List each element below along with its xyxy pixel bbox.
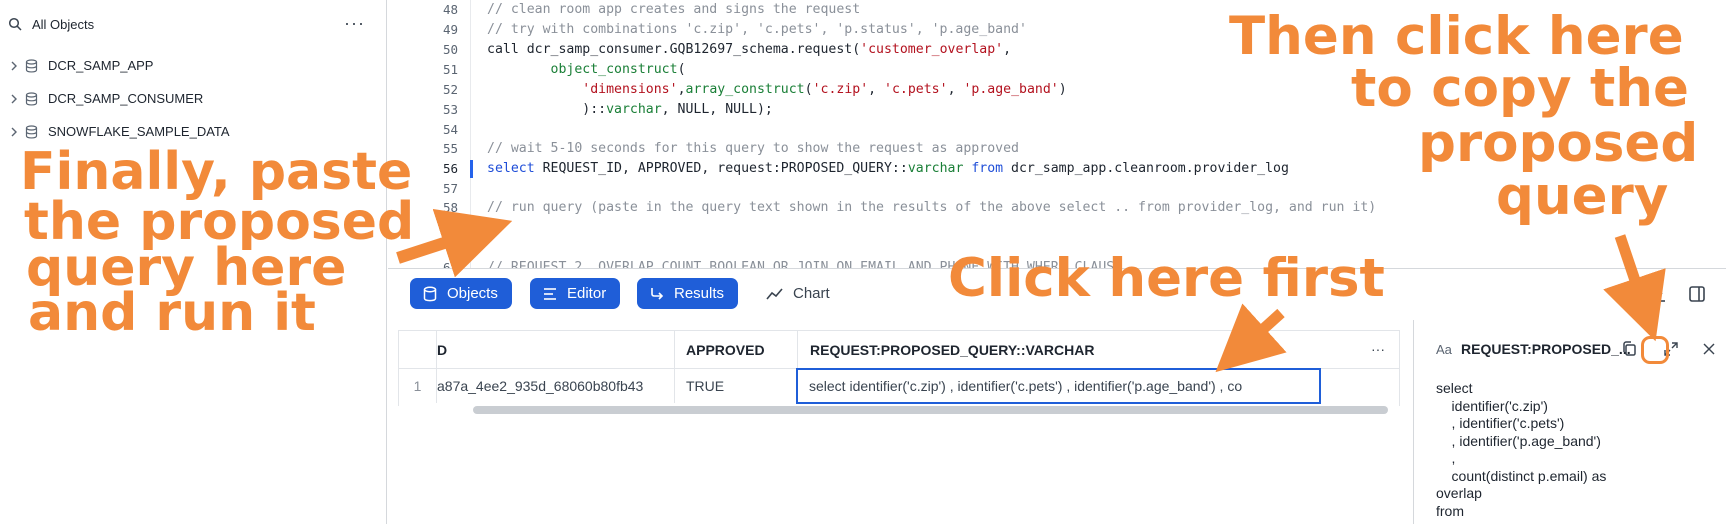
code-line: object_construct( (550, 62, 686, 77)
objects-label: Objects (447, 285, 498, 302)
annotation-text: query (1496, 166, 1669, 227)
column-header-label: REQUEST:PROPOSED_QUERY::VARCHAR (810, 341, 1095, 358)
row-index-header (399, 331, 437, 369)
text-type-icon: Aa (1436, 342, 1452, 357)
results-table: D APPROVED REQUEST:PROPOSED_QUERY::VARCH… (398, 330, 1400, 406)
detail-query-text[interactable]: select identifier('c.zip') , identifier(… (1436, 380, 1716, 520)
more-options-icon[interactable]: ··· (344, 14, 365, 32)
line-number: 50 (442, 42, 458, 57)
line-number: 57 (442, 181, 458, 196)
gutter-divider (470, 0, 471, 268)
column-header-label: D (437, 341, 448, 358)
line-number-active: 56 (442, 161, 458, 176)
all-objects-label: All Objects (32, 16, 95, 32)
chart-line-icon (766, 287, 783, 300)
results-arrow-icon (651, 287, 664, 300)
column-header-label: APPROVED (686, 341, 765, 358)
line-number: 53 (442, 102, 458, 117)
column-header[interactable]: APPROVED (675, 331, 798, 369)
line-number: 55 (442, 141, 458, 156)
line-number: 59 (442, 220, 458, 235)
annotation-text: proposed (1418, 113, 1699, 174)
table-cell[interactable]: a87a_4ee2_935d_68060b80fb43 (437, 369, 675, 403)
detail-title: REQUEST:PROPOSED_... (1461, 341, 1631, 357)
chart-tab[interactable]: Chart (766, 278, 830, 309)
editor-label: Editor (567, 285, 607, 302)
chart-label: Chart (793, 285, 830, 302)
code-line: // run query (paste in the query text sh… (487, 200, 1377, 215)
copy-button-highlight (1641, 336, 1669, 364)
cell-detail-panel: Aa REQUEST:PROPOSED_... select identifie… (1413, 320, 1726, 524)
table-cell[interactable]: TRUE (675, 369, 798, 403)
code-line: // wait 5-10 seconds for this query to s… (487, 141, 1019, 156)
database-name: DCR_SAMP_CONSUMER (48, 91, 204, 106)
editor-toggle-button[interactable]: Editor (530, 278, 621, 309)
app-root: All Objects ··· DCR_SAMP_APP DCR_SAMP_CO… (0, 0, 1726, 524)
chevron-right-icon[interactable] (10, 60, 18, 72)
code-line: // clean room app creates and signs the … (487, 2, 861, 17)
code-line-active: select REQUEST_ID, APPROVED, request:PRO… (487, 161, 1289, 176)
editor-lines-icon (544, 287, 556, 300)
column-header[interactable]: REQUEST:PROPOSED_QUERY::VARCHAR ··· (798, 331, 1399, 369)
line-number: 52 (442, 82, 458, 97)
search-icon (8, 17, 22, 31)
results-toggle-button[interactable]: Results (637, 278, 739, 309)
chevron-right-icon[interactable] (10, 126, 18, 138)
column-more-icon[interactable]: ··· (1371, 341, 1385, 357)
line-number: 49 (442, 22, 458, 37)
results-grid: D APPROVED REQUEST:PROPOSED_QUERY::VARCH… (388, 320, 1412, 524)
line-number: 58 (442, 200, 458, 215)
results-label: Results (674, 285, 725, 302)
copy-icon[interactable] (1618, 338, 1642, 362)
line-number: 61 (442, 260, 458, 268)
chevron-right-icon[interactable] (10, 93, 18, 105)
database-icon (423, 286, 437, 301)
panel-toggle-icon[interactable] (1688, 285, 1706, 303)
annotation-text: Click here first (948, 248, 1385, 309)
line-number: 48 (442, 2, 458, 17)
line-number: 54 (442, 122, 458, 137)
current-line-marker (470, 160, 473, 178)
database-icon (25, 92, 38, 106)
object-filter-header[interactable]: All Objects ··· (0, 0, 387, 48)
code-line: 'dimensions',array_construct('c.zip', 'c… (582, 82, 1067, 97)
database-item[interactable]: DCR_SAMP_APP (0, 51, 387, 81)
code-line: // try with combinations 'c.zip', 'c.pet… (487, 22, 1027, 37)
row-index: 1 (399, 369, 437, 403)
database-item[interactable]: DCR_SAMP_CONSUMER (0, 84, 387, 114)
close-icon[interactable] (1701, 341, 1717, 357)
column-header[interactable]: D (437, 331, 675, 369)
objects-toggle-button[interactable]: Objects (410, 278, 512, 309)
database-name: SNOWFLAKE_SAMPLE_DATA (48, 124, 230, 139)
database-name: DCR_SAMP_APP (48, 58, 154, 73)
code-line: )::varchar, NULL, NULL); (487, 102, 773, 117)
annotation-text: and run it (28, 283, 316, 343)
detail-header: Aa REQUEST:PROPOSED_... (1414, 320, 1726, 380)
database-icon (25, 59, 38, 73)
annotation-text: to copy the (1351, 58, 1689, 119)
proposed-query-cell[interactable]: select identifier('c.zip') , identifier(… (796, 368, 1321, 404)
line-number: 51 (442, 62, 458, 77)
horizontal-scrollbar[interactable] (473, 406, 1388, 414)
annotation-text: Finally, paste (20, 142, 413, 202)
annotation-text: Then click here (1229, 6, 1684, 67)
download-icon[interactable] (1649, 285, 1667, 303)
code-line: call dcr_samp_consumer.GQB12697_schema.r… (487, 42, 1012, 57)
search-icon[interactable] (1612, 285, 1630, 303)
database-icon (25, 125, 38, 139)
